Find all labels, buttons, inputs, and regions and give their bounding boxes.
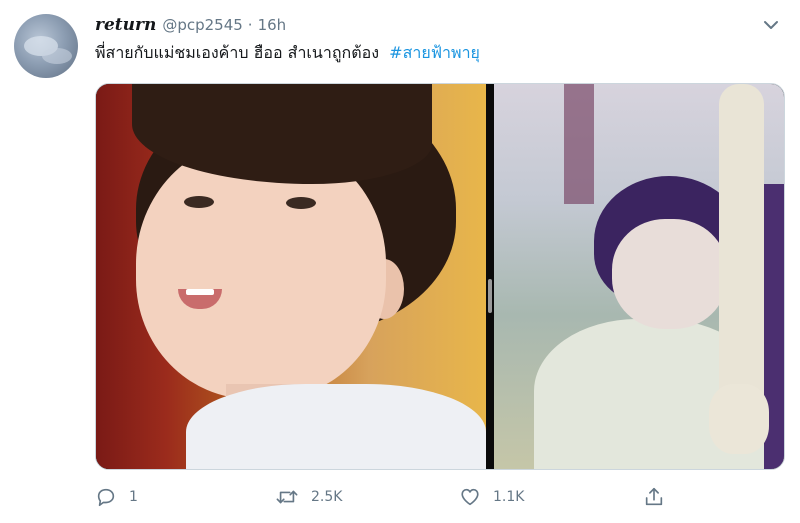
reply-count: 1 [129, 489, 138, 505]
photo-right-adult-hand [709, 384, 769, 454]
photo-left-eye [286, 197, 316, 209]
photo-left-shirt [186, 384, 486, 469]
photo-right[interactable] [494, 84, 784, 469]
photo-right-background-post [564, 84, 594, 204]
photo-right-adult-arm [719, 84, 764, 414]
action-bar: 1 2.5K 1.1K [95, 484, 783, 510]
photo-right-face [612, 219, 727, 329]
tweet-text-main: พี่สายกับแม่ชมเองค้าบ ฮืออ สำเนาถูกต้อง [95, 43, 379, 62]
retweet-button[interactable]: 2.5K [275, 484, 342, 510]
user-handle[interactable]: @pcp2545 [162, 16, 242, 34]
media-divider [486, 84, 494, 469]
tweet-text: พี่สายกับแม่ชมเองค้าบ ฮืออ สำเนาถูกต้อง … [95, 42, 480, 64]
photo-left[interactable] [96, 84, 486, 469]
share-button[interactable] [643, 484, 665, 510]
media-divider-handle [488, 279, 492, 313]
tweet-header: return @pcp2545 · 16h [95, 15, 286, 37]
retweet-count: 2.5K [311, 489, 343, 505]
photo-left-teeth [186, 289, 214, 295]
tweet-card[interactable]: return @pcp2545 · 16h พี่สายกับแม่ชมเองค… [0, 0, 800, 523]
like-count: 1.1K [493, 489, 525, 505]
photo-left-eye [184, 196, 214, 208]
reply-button[interactable]: 1 [95, 484, 138, 510]
like-button[interactable]: 1.1K [459, 484, 524, 510]
reply-icon [95, 486, 117, 508]
hashtag-link[interactable]: #สายฟ้าพายุ [389, 43, 480, 62]
share-icon [643, 486, 665, 508]
avatar[interactable] [14, 14, 78, 78]
media-grid [95, 83, 785, 470]
heart-icon [459, 486, 481, 508]
timestamp[interactable]: 16h [258, 16, 287, 34]
chevron-down-icon[interactable] [760, 14, 782, 36]
display-name[interactable]: return [95, 15, 156, 35]
separator-dot: · [247, 16, 253, 34]
avatar-cloud [42, 48, 72, 64]
retweet-icon [275, 486, 299, 508]
